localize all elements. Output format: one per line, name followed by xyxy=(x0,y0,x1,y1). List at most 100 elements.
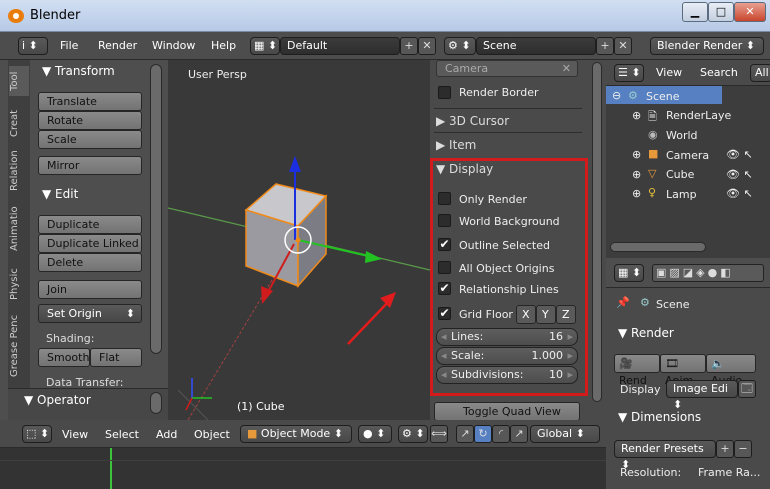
x-manipulator-arrow[interactable] xyxy=(365,251,382,263)
object-mode-dropdown[interactable]: ■ Object Mode ⬍ xyxy=(240,425,352,443)
join-button[interactable]: Join xyxy=(38,280,142,299)
remove-preset-button[interactable]: − xyxy=(734,440,752,458)
expand-icon[interactable]: ⊕ xyxy=(632,109,641,122)
render-presets-dropdown[interactable]: Render Presets ⬍ xyxy=(614,440,716,471)
3d-object-menu[interactable]: Object xyxy=(194,428,230,441)
visibility-eye-icon[interactable]: 👁 ↖ xyxy=(726,187,753,200)
file-menu[interactable]: File xyxy=(60,39,78,52)
delete-button[interactable]: Delete xyxy=(38,253,142,272)
outliner-lamp[interactable]: Lamp xyxy=(666,188,697,201)
expand-icon[interactable]: ⊖ xyxy=(612,89,621,102)
tab-relations[interactable]: Relation xyxy=(9,148,29,194)
properties-shelf-scrollbar[interactable] xyxy=(592,62,602,402)
window-menu[interactable]: Window xyxy=(152,39,195,52)
outliner-camera[interactable]: Camera xyxy=(666,149,709,162)
dimensions-panel-header[interactable]: ▼ Dimensions xyxy=(618,410,701,424)
3d-viewport[interactable]: User Persp (1) Cube xyxy=(168,60,430,420)
current-frame-marker[interactable] xyxy=(110,448,112,489)
transform-orientation-icon[interactable]: ↗ xyxy=(510,425,528,443)
toggle-quad-view-button[interactable]: Toggle Quad View xyxy=(434,402,580,421)
tool-shelf-scrollbar[interactable] xyxy=(150,64,162,354)
z-manipulator-arrow[interactable] xyxy=(289,156,301,172)
outline-selected-checkbox[interactable]: ✔ xyxy=(438,238,451,251)
layout-name-field[interactable]: Default xyxy=(280,37,400,55)
render-engine-dropdown[interactable]: Blender Render ⬍ xyxy=(650,37,764,55)
render-audio-button[interactable]: 🔈Audio xyxy=(706,354,756,387)
properties-context-tabs[interactable]: ▣▨◪◈●◧ xyxy=(652,264,764,282)
rotate-manipulator-icon[interactable]: ↻ xyxy=(474,425,492,443)
mirror-button[interactable]: Mirror xyxy=(38,156,142,175)
outliner-render-layers[interactable]: RenderLaye xyxy=(666,109,731,122)
add-scene-button[interactable]: + xyxy=(596,37,614,55)
grid-subdivisions-field[interactable]: ◂ Subdivisions: 10 ▸ xyxy=(436,366,578,384)
outliner-scene[interactable]: Scene xyxy=(646,90,680,103)
pivot-point-dropdown[interactable]: ⚙ ⬍ xyxy=(398,425,428,443)
item-panel-header[interactable]: ▶ Item xyxy=(436,138,476,152)
translate-manipulator-icon[interactable]: ↗ xyxy=(456,425,474,443)
scene-name-field[interactable]: Scene xyxy=(476,37,596,55)
world-background-checkbox[interactable] xyxy=(438,214,451,227)
relationship-lines-checkbox[interactable]: ✔ xyxy=(438,282,451,295)
expand-icon[interactable]: ⊕ xyxy=(632,168,641,181)
outliner-world[interactable]: World xyxy=(666,129,698,142)
layout-selector[interactable]: ▦ ⬍ xyxy=(250,37,280,55)
outliner-cube[interactable]: Cube xyxy=(666,168,694,181)
camera-field[interactable]: Camera ✕ xyxy=(436,60,578,77)
display-panel-header[interactable]: ▼ Display xyxy=(436,162,493,176)
operator-scrollbar[interactable] xyxy=(150,392,162,414)
grid-floor-checkbox[interactable]: ✔ xyxy=(438,307,451,320)
scale-manipulator-icon[interactable]: ◜ xyxy=(492,425,510,443)
remove-scene-button[interactable]: ✕ xyxy=(614,37,632,55)
3d-select-menu[interactable]: Select xyxy=(105,428,139,441)
render-panel-header[interactable]: ▼ Render xyxy=(618,326,674,340)
transform-panel-header[interactable]: ▼ Transform xyxy=(42,64,115,78)
grid-z-toggle[interactable]: Z xyxy=(556,305,576,324)
add-layout-button[interactable]: + xyxy=(400,37,418,55)
render-animation-button[interactable]: 🎞Anim xyxy=(660,354,706,387)
tab-animation[interactable]: Animatio xyxy=(9,204,29,254)
remove-layout-button[interactable]: ✕ xyxy=(418,37,436,55)
manipulator-toggle-icon[interactable]: ⟺ xyxy=(430,425,448,443)
pin-icon[interactable]: 📌 xyxy=(616,296,630,309)
render-still-button[interactable]: 🎥Rend xyxy=(614,354,660,387)
editor-type-menu[interactable]: i ⬍ xyxy=(18,37,48,55)
transform-orientation-dropdown[interactable]: Global ⬍ xyxy=(530,425,600,443)
grid-scale-field[interactable]: ◂ Scale: 1.000 ▸ xyxy=(436,347,578,365)
display-mode-dropdown[interactable]: Image Edi ⬍ xyxy=(666,380,738,411)
lock-interface-button[interactable]: 🗔 xyxy=(738,380,756,398)
help-menu[interactable]: Help xyxy=(211,39,236,52)
visibility-eye-icon[interactable]: 👁 ↖ xyxy=(726,148,753,161)
properties-editor-type[interactable]: ▦ ⬍ xyxy=(614,264,644,282)
viewport-shading-dropdown[interactable]: ● ⬍ xyxy=(358,425,392,443)
visibility-eye-icon[interactable]: 👁 ↖ xyxy=(726,168,753,181)
tab-grease-pencil[interactable]: Grease Penc xyxy=(9,312,29,380)
rotate-button[interactable]: Rotate xyxy=(38,111,142,130)
expand-icon[interactable]: ⊕ xyxy=(632,187,641,200)
add-preset-button[interactable]: + xyxy=(716,440,734,458)
outliner-search-menu[interactable]: Search xyxy=(700,66,738,79)
grid-x-toggle[interactable]: X xyxy=(516,305,536,324)
3d-view-menu[interactable]: View xyxy=(62,428,88,441)
set-origin-dropdown[interactable]: Set Origin ⬍ xyxy=(38,304,142,323)
render-menu[interactable]: Render xyxy=(98,39,137,52)
flat-button[interactable]: Flat xyxy=(90,348,142,367)
close-icon[interactable]: ✕ xyxy=(562,61,571,77)
grid-y-toggle[interactable]: Y xyxy=(536,305,556,324)
tab-physics[interactable]: Physic xyxy=(9,264,29,304)
duplicate-linked-button[interactable]: Duplicate Linked xyxy=(38,234,142,253)
3d-view-editor-type[interactable]: ⬚ ⬍ xyxy=(22,425,52,443)
only-render-checkbox[interactable] xyxy=(438,192,451,205)
outliner-filter-dropdown[interactable]: All xyxy=(750,64,770,82)
close-window-button[interactable]: ✕ xyxy=(734,2,766,22)
grid-lines-field[interactable]: ◂ Lines: 16 ▸ xyxy=(436,328,578,346)
y-manipulator-arrow[interactable] xyxy=(261,286,273,304)
outliner-view-menu[interactable]: View xyxy=(656,66,682,79)
translate-button[interactable]: Translate xyxy=(38,92,142,111)
tab-create[interactable]: Creat xyxy=(9,106,29,140)
expand-icon[interactable]: ⊕ xyxy=(632,148,641,161)
3d-add-menu[interactable]: Add xyxy=(156,428,177,441)
outliner-editor-type[interactable]: ☰ ⬍ xyxy=(614,64,644,82)
minimize-button[interactable]: ▁ xyxy=(682,2,708,22)
tab-tool[interactable]: Tool xyxy=(9,66,29,96)
scene-selector[interactable]: ⚙ ⬍ xyxy=(444,37,476,55)
